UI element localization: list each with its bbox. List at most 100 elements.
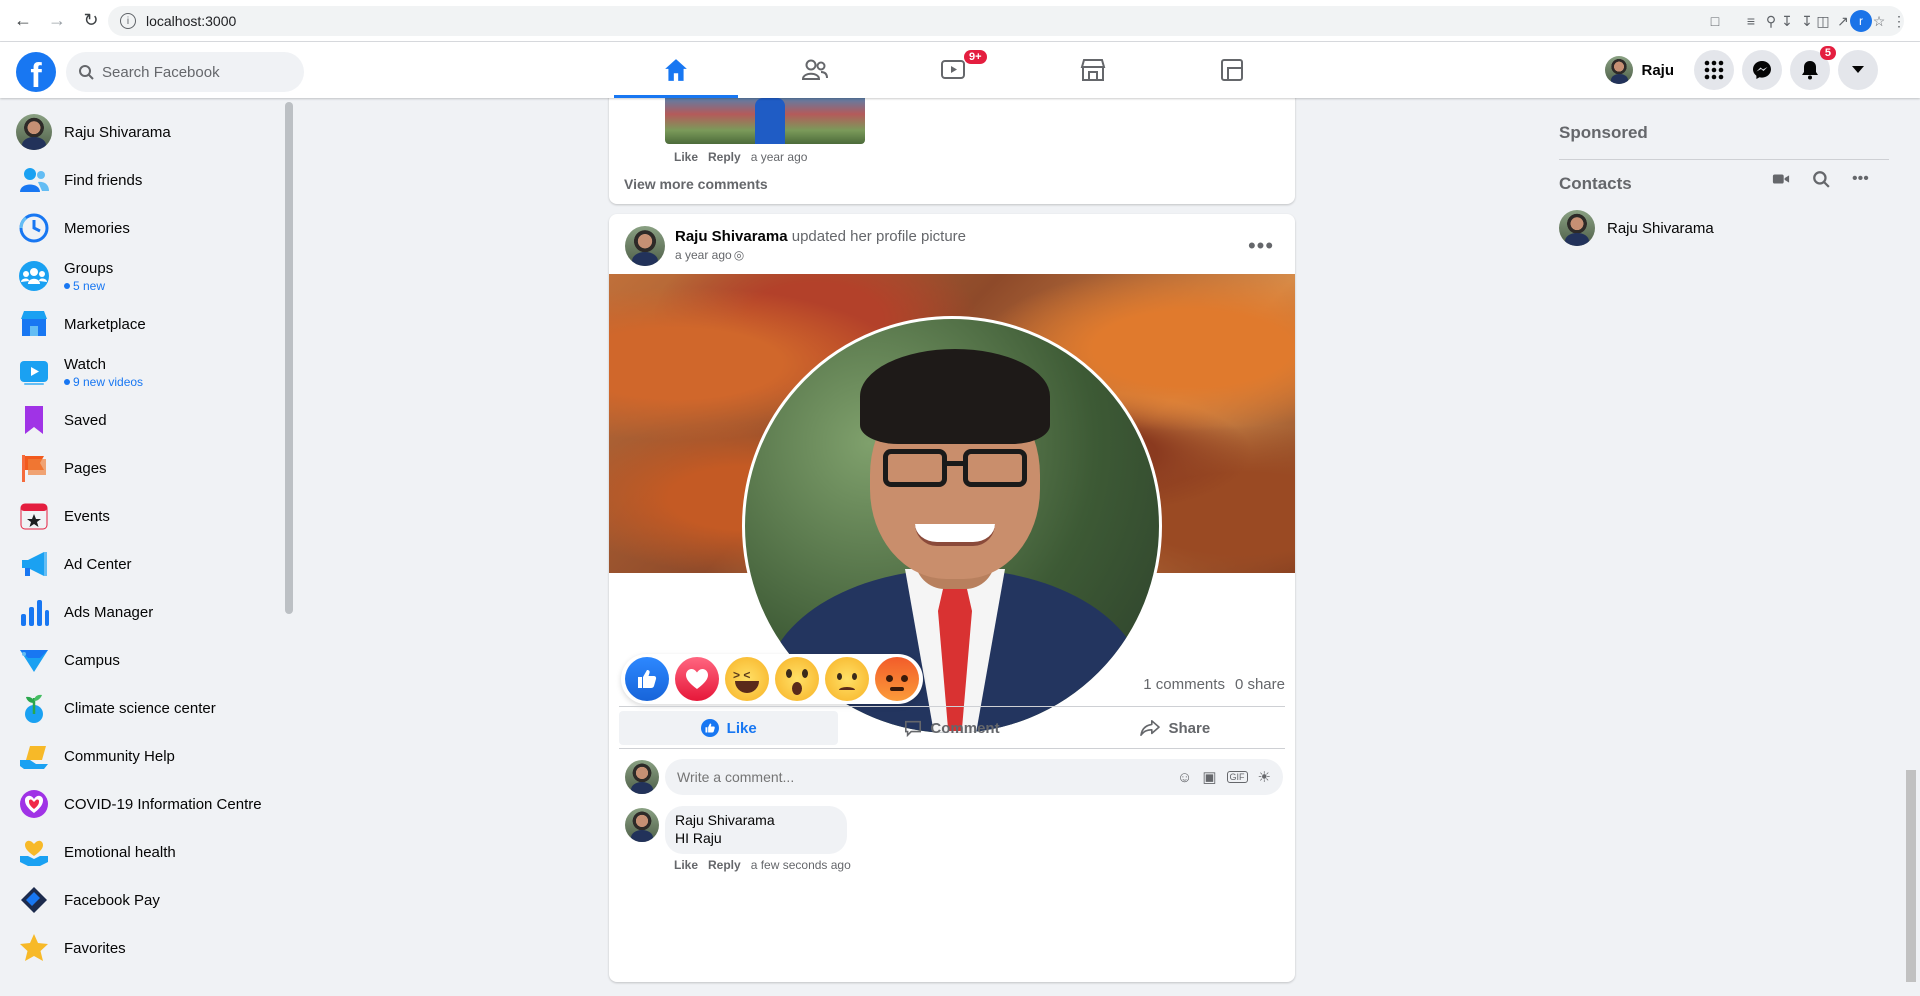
sidebar-scrollbar[interactable] (285, 102, 293, 614)
friends-icon (801, 59, 828, 80)
comment-box[interactable]: ☺ ▣ GIF ☀ (665, 759, 1283, 795)
sidebar-item-label: Pages (64, 459, 107, 477)
sidebar-item-pages[interactable]: Pages (0, 444, 290, 492)
site-info-icon[interactable]: i (120, 13, 136, 29)
camera-icon[interactable]: ▣ (1202, 768, 1216, 786)
post-author[interactable]: Raju Shivarama (675, 228, 788, 245)
sidebar-item-campus[interactable]: Campus (0, 636, 290, 684)
post-action: updated her profile picture (791, 228, 967, 245)
extensions-icon[interactable]: □ (1706, 12, 1724, 30)
sidebar-item-ad-center[interactable]: Ad Center (0, 540, 290, 588)
like-button[interactable]: Like (619, 711, 839, 745)
search-box[interactable] (66, 52, 304, 92)
address-bar[interactable]: i localhost:3000 ⚲ ↧ ↗ ☆ (108, 6, 1904, 36)
sidebar-item-label: Ads Manager (64, 603, 154, 621)
sidebar-item-label: Groups (64, 259, 114, 277)
star-icon (16, 930, 52, 966)
tab-marketplace[interactable] (1031, 42, 1155, 98)
home-icon (665, 59, 687, 81)
divider (619, 748, 1285, 749)
download-icon[interactable]: ↧ (1778, 12, 1796, 30)
comments-count[interactable]: 1 comments (1143, 676, 1225, 693)
person-figure (755, 98, 785, 144)
sidebar-item-label: Ad Center (64, 555, 132, 573)
view-more-comments[interactable]: View more comments (624, 176, 768, 192)
sidebar-item-emotional-health[interactable]: Emotional health (0, 828, 290, 876)
sad-eyes (837, 673, 842, 680)
profile-shortcut[interactable]: Raju (1601, 52, 1686, 88)
search-input[interactable] (102, 63, 282, 81)
like-reaction[interactable] (625, 657, 669, 701)
emoji-icon[interactable]: ☺ (1177, 769, 1192, 786)
browser-toolbar: ← → ↻ i localhost:3000 ⚲ ↧ ↗ ☆ (0, 0, 1920, 42)
kebab-menu-icon[interactable]: ⋮ (1890, 12, 1908, 30)
wow-eyes (786, 669, 792, 678)
account-button[interactable] (1838, 50, 1878, 90)
tab-gaming[interactable] (1170, 42, 1294, 98)
sidebar-item-saved[interactable]: Saved (0, 396, 290, 444)
video-call-icon[interactable] (1772, 170, 1790, 188)
comment-time: a few seconds ago (750, 858, 851, 872)
gif-icon[interactable]: GIF (1226, 771, 1248, 783)
shares-count[interactable]: 0 share (1235, 676, 1285, 693)
comment-input[interactable] (677, 769, 1178, 785)
avatar[interactable] (625, 808, 659, 842)
comment-author[interactable]: Raju Shivarama (675, 812, 837, 828)
comment-image[interactable] (665, 98, 865, 144)
page-scrollbar[interactable] (1906, 770, 1916, 982)
megaphone-icon (16, 546, 52, 582)
post-actions: Like Comment Share (619, 711, 1285, 745)
wow-reaction[interactable] (775, 657, 819, 701)
sidebar-item-covid[interactable]: COVID-19 Information Centre (0, 780, 290, 828)
menu-button[interactable] (1694, 50, 1734, 90)
love-reaction[interactable] (675, 657, 719, 701)
more-dots-icon[interactable]: ••• (1852, 170, 1869, 188)
reload-icon[interactable]: ↻ (80, 10, 102, 32)
sidebar-item-community-help[interactable]: Community Help (0, 732, 290, 780)
tab-home[interactable] (614, 42, 738, 98)
sad-reaction[interactable] (825, 657, 869, 701)
comment-button[interactable]: Comment (842, 711, 1061, 745)
contacts-tools: ••• (1772, 170, 1869, 188)
sidebar-item-memories[interactable]: Memories (0, 204, 290, 252)
back-arrow-icon[interactable]: ← (12, 10, 34, 32)
sidebar-item-profile[interactable]: Raju Shivarama (0, 108, 290, 156)
haha-reaction[interactable]: > < (725, 657, 769, 701)
forward-arrow-icon[interactable]: → (46, 10, 68, 32)
post-time[interactable]: a year ago (675, 248, 732, 262)
tab-watch[interactable]: 9+ (892, 42, 1016, 98)
comment-like-link[interactable]: Like (674, 150, 698, 164)
comment-reply-link[interactable]: Reply (708, 150, 741, 164)
facebook-logo[interactable]: f (16, 52, 56, 92)
sidebar-item-ads-manager[interactable]: Ads Manager (0, 588, 290, 636)
post-options-button[interactable]: ••• (1243, 228, 1279, 264)
sidebar-item-watch[interactable]: Watch 9 new videos (0, 348, 290, 396)
comment-reply-link[interactable]: Reply (708, 858, 741, 872)
sidebar-item-events[interactable]: Events (0, 492, 290, 540)
browser-profile-avatar[interactable]: r (1850, 10, 1872, 32)
search-icon[interactable] (1812, 170, 1830, 188)
avatar[interactable] (625, 760, 659, 794)
share-button[interactable]: Share (1066, 711, 1285, 745)
heart-icon (686, 669, 708, 689)
side-panel-icon[interactable]: ◫ (1814, 12, 1832, 30)
like-label: Like (726, 719, 757, 737)
sidebar-item-find-friends[interactable]: Find friends (0, 156, 290, 204)
sidebar-item-facebook-pay[interactable]: Facebook Pay (0, 876, 290, 924)
sticker-icon[interactable]: ☀ (1258, 768, 1271, 786)
angry-eyes (886, 675, 893, 682)
sidebar-item-favorites[interactable]: Favorites (0, 924, 290, 972)
sidebar-item-climate[interactable]: Climate science center (0, 684, 290, 732)
sidebar-item-groups[interactable]: Groups 5 new (0, 252, 290, 300)
messenger-button[interactable] (1742, 50, 1782, 90)
tab-friends[interactable] (753, 42, 877, 98)
reading-list-icon[interactable]: ≡ (1742, 12, 1760, 30)
avatar[interactable] (625, 226, 665, 266)
sidebar-item-marketplace[interactable]: Marketplace (0, 300, 290, 348)
main-nav: 9+ (614, 42, 1309, 98)
contact-item[interactable]: Raju Shivarama (1559, 210, 1714, 246)
angry-reaction[interactable] (875, 657, 919, 701)
notifications-button[interactable]: 5 (1790, 46, 1836, 90)
previous-post-card: Like Reply a year ago View more comments (609, 88, 1295, 204)
comment-like-link[interactable]: Like (674, 858, 698, 872)
